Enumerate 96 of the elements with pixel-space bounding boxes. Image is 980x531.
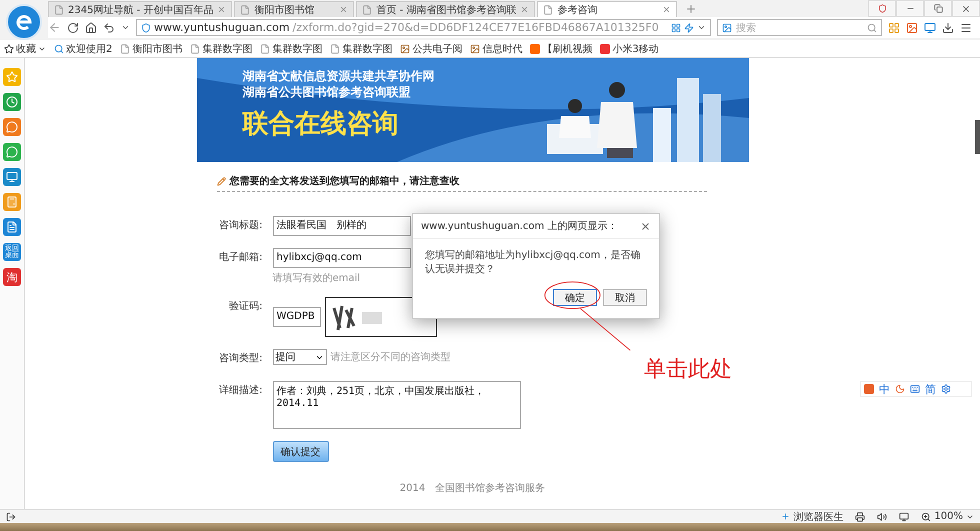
field-label: 咨询类型: [218,352,264,366]
field-label: 电子邮箱: [218,250,264,265]
calculator-icon[interactable] [3,193,21,211]
banner-subtitle: 湖南省公共图书馆参考咨询联盟 [242,84,412,100]
back-icon[interactable] [48,21,61,34]
browser-doctor-link[interactable]: 浏览器医生 [781,510,844,524]
field-label: 验证码: [228,300,264,314]
apps-icon[interactable] [888,22,900,34]
close-button[interactable] [952,0,980,17]
submit-button[interactable]: 确认提交 [272,441,328,462]
page-icon [362,4,372,14]
close-icon[interactable] [640,220,651,232]
close-icon [961,4,971,14]
chat-icon[interactable] [3,143,21,161]
page-icon [260,44,270,54]
moon-icon[interactable] [895,384,905,394]
monitor-icon[interactable] [899,512,910,522]
clock-icon[interactable] [3,93,21,111]
shield-icon [141,22,151,32]
image-icon [470,44,480,54]
dialog-message: 您填写的邮箱地址为hylibxcj@qq.com，是否确认无误并提交？ [424,248,642,277]
field-label: 咨询标题: [218,218,264,233]
image-icon [722,22,732,32]
page-icon [54,4,64,14]
close-icon [217,5,226,14]
field-label: 详细描述: [218,384,264,398]
star-icon [4,44,14,54]
pencil-icon [216,176,226,186]
page-icon [190,44,200,54]
address-bar[interactable]: www.yuntushuguan.com /zxform.do?gid=270&d=DD6DF124CE77E16FBD46867A101325F0 [136,19,711,36]
bookmark-link[interactable]: 衡阳市图书 [120,42,182,56]
download-icon[interactable] [942,22,954,34]
close-icon [520,5,530,14]
new-tab-icon[interactable] [685,3,698,15]
field-hint: 请填写有效的email [272,272,362,285]
footer-text: 2014 全国图书馆参考咨询服务 [400,482,546,495]
page-icon [120,44,130,54]
dialog-button[interactable]: 取消 [603,289,647,306]
browser-tab[interactable]: 首页 - 湖南省图书馆参考咨询联 [356,1,536,17]
sidebar-button[interactable]: 淘 [3,268,21,286]
bookmark-link[interactable]: 集群数字图 [330,42,392,56]
page-icon [543,4,554,14]
restore-icon [934,4,942,13]
zoom-icon [921,512,932,522]
browser-logo-icon[interactable] [6,4,42,40]
lightning-icon [684,22,694,32]
plus-icon [781,512,790,521]
bookmark-link[interactable]: 集群数字图 [260,42,322,56]
notice-text: 您需要的全文将发送到您填写的邮箱中，请注意查收 [230,174,460,188]
restore-button[interactable] [924,0,952,17]
zoom-level[interactable]: 100% [921,511,974,522]
menu-icon[interactable] [960,22,972,34]
banner-title: 联合在线咨询 [242,108,400,141]
type-select[interactable]: 提问 [272,349,326,365]
dialog-button[interactable]: 确定 [553,289,597,306]
close-icon [662,5,672,14]
bookmark-link[interactable]: 集群数字图 [190,42,252,56]
search-icon [867,22,877,32]
keyboard-icon[interactable] [910,384,920,394]
close-icon [339,5,348,14]
image-icon [400,44,410,54]
bookmark-link[interactable]: 信息时代 [470,42,522,56]
page-icon [330,44,340,54]
skin-button[interactable] [868,0,896,17]
text-field[interactable]: 法眼看民国 别样的 [272,216,410,236]
bookmark-link[interactable]: 公共电子阅 [400,42,462,56]
undo-icon[interactable] [103,22,115,34]
scroll-handle[interactable] [975,120,980,154]
grid-icon [671,22,681,32]
captcha-field[interactable]: WGDPB [272,307,320,327]
sidebar-toggle-icon[interactable] [6,512,16,522]
ime-mode[interactable]: 中 [879,382,890,396]
dialog-title: www.yuntushuguan.com 上的网页显示： [421,220,618,233]
banner-subtitle: 湖南省文献信息资源共建共享协作网 [242,68,436,84]
browser-tab[interactable]: 2345网址导航 - 开创中国百年品 [48,1,232,17]
home-icon[interactable] [85,22,97,34]
favorites-button[interactable]: 收藏 [4,42,46,56]
caret-icon[interactable] [121,23,130,32]
bookmark-link[interactable]: 【刷机视频 [530,42,592,56]
text-field[interactable]: hylibxcj@qq.com [272,248,410,268]
ime-script[interactable]: 简 [925,382,936,396]
page-icon [240,4,250,14]
speaker-icon[interactable] [877,512,888,522]
bookmark-link[interactable]: 小米3移动 [600,42,659,56]
settings-icon[interactable] [941,384,951,394]
field-hint: 请注意区分不同的咨询类型 [330,350,450,364]
bookmark-link[interactable]: 欢迎使用2 [54,42,112,56]
browser-tab[interactable]: 参考咨询 [537,1,678,17]
caret-icon [697,23,706,32]
description-field[interactable]: 作者：刘典，251页，北京，中国发展出版社，2014.11 [272,381,520,429]
note-icon[interactable] [3,218,21,236]
reload-icon[interactable] [67,22,79,34]
browser-tab[interactable]: 衡阳市图书馆 [234,1,354,17]
image-icon[interactable] [906,22,918,34]
annotation-text: 单击此处 [644,356,732,384]
printer-icon[interactable] [855,512,866,522]
